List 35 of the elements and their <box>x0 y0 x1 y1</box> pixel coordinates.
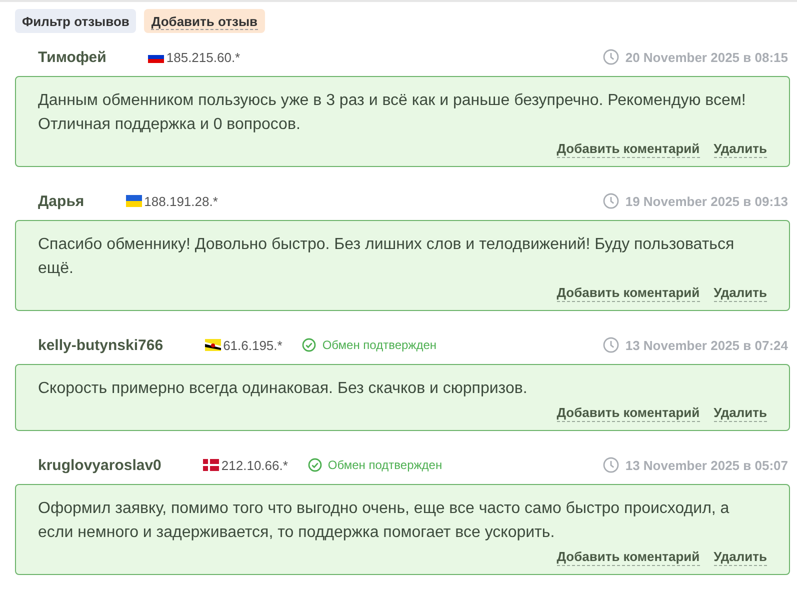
clock-icon <box>603 49 620 65</box>
flag-icon <box>126 195 142 207</box>
review-text: Оформил заявку, помимо того что выгодно очень, еще все часто само быстро происходил, а если немного и задерживается, то поддержка помогает все ускорить. <box>38 499 730 543</box>
review-text: Спасибо обменнику! Довольно быстро. Без лишних слов и телодвижений! Буду пользоваться ещё. <box>38 235 736 279</box>
review-date: 19 November 2025 в 09:13 <box>625 194 788 208</box>
author-name: kruglovyaroslav0 <box>38 456 162 474</box>
delete-link[interactable]: Удалить <box>714 141 767 158</box>
add-comment-link[interactable]: Добавить коментарий <box>556 549 700 566</box>
ip-address: 212.10.66.* <box>221 458 288 472</box>
author-name: kelly-butynski766 <box>38 336 164 354</box>
clock-icon <box>603 337 620 353</box>
author-name: Тимофей <box>38 48 106 66</box>
review-text: Данным обменником пользуюсь уже в 3 раз и всё как и раньше безупречно. Рекомендую всем! Отличная поддержка и 0 вопросов. <box>38 91 747 135</box>
clock-icon <box>603 457 620 473</box>
ip-address: 61.6.195.* <box>223 338 282 352</box>
author-name: Дарья <box>38 192 84 210</box>
filter-button[interactable]: Фильтр отзывов <box>15 9 136 33</box>
delete-link[interactable]: Удалить <box>714 549 767 566</box>
review-text: Скорость примерно всегда одинаковая. Без скачков и сюрпризов. <box>38 379 528 399</box>
review-date: 13 November 2025 в 07:24 <box>625 338 788 352</box>
add-comment-link[interactable]: Добавить коментарий <box>556 405 700 422</box>
flag-icon <box>203 459 220 471</box>
verified-label: Обмен подтвержден <box>322 338 436 352</box>
ip-address: 188.191.28.* <box>144 194 218 208</box>
add-comment-link[interactable]: Добавить коментарий <box>556 285 700 302</box>
verified-label: Обмен подтвержден <box>328 458 442 472</box>
review-date: 20 November 2025 в 08:15 <box>625 50 788 64</box>
add-review-button[interactable]: Добавить отзыв <box>144 9 265 33</box>
delete-link[interactable]: Удалить <box>714 405 767 422</box>
review-date: 13 November 2025 в 05:07 <box>625 458 788 472</box>
delete-link[interactable]: Удалить <box>714 285 767 302</box>
add-comment-link[interactable]: Добавить коментарий <box>556 141 700 158</box>
ip-address: 185.215.60.* <box>166 50 240 64</box>
clock-icon <box>603 193 620 209</box>
flag-icon <box>205 339 222 351</box>
